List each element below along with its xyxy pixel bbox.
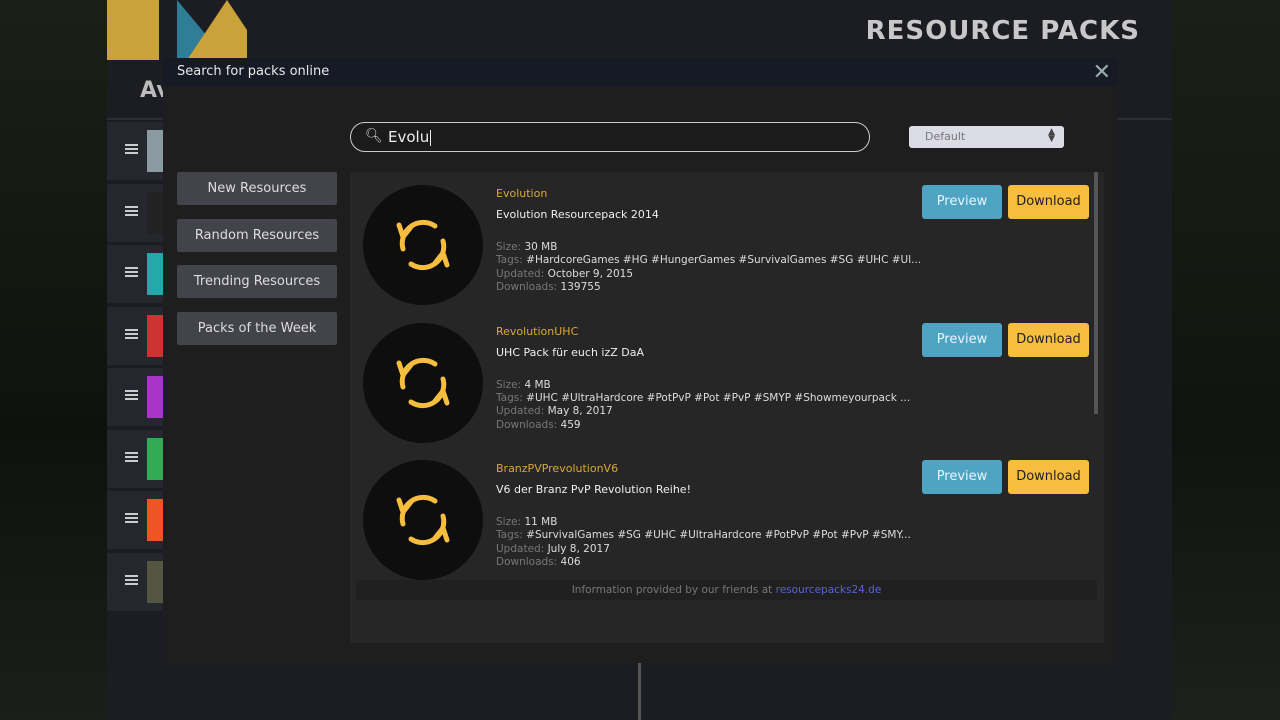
pack-item: RevolutionUHC UHC Pack für euch izZ DaA …: [350, 310, 1090, 447]
nav-packs-of-the-week[interactable]: Packs of the Week: [177, 312, 337, 345]
preview-button[interactable]: Preview: [922, 185, 1002, 219]
logo: [107, 0, 247, 60]
pack-item: BranzPVPrevolutionV6 V6 der Branz PvP Re…: [350, 447, 1090, 584]
nav-trending-resources[interactable]: Trending Resources: [177, 265, 337, 298]
page-title: RESOURCE PACKS: [865, 16, 1140, 46]
downloads-label: Downloads:: [496, 281, 558, 294]
pack-name[interactable]: RevolutionUHC: [496, 325, 916, 338]
close-icon[interactable]: ✕: [1093, 60, 1111, 85]
menu-icon[interactable]: [125, 267, 138, 277]
search-value[interactable]: Evolu: [388, 128, 431, 146]
menu-icon[interactable]: [125, 328, 138, 339]
nav-random-resources[interactable]: Random Resources: [177, 219, 337, 252]
pack-size: 30 MB: [524, 241, 558, 253]
pack-downloads: 459: [560, 418, 581, 431]
pack-description: V6 der Branz PvP Revolution Reihe!: [496, 483, 691, 496]
size-label: Size:: [496, 378, 522, 391]
search-input[interactable]: 🔍︎ Evolu: [350, 122, 870, 152]
menu-icon[interactable]: [125, 390, 138, 400]
pack-row[interactable]: [107, 122, 167, 180]
downloads-label: Downloads:: [496, 556, 558, 569]
nav-new-resources[interactable]: New Resources: [177, 172, 337, 205]
size-label: Size:: [496, 516, 522, 528]
downloads-label: Downloads:: [496, 418, 558, 431]
menu-icon[interactable]: [125, 451, 138, 462]
pack-downloads: 139755: [560, 281, 601, 294]
pack-name[interactable]: Evolution: [496, 187, 916, 200]
size-label: Size:: [496, 241, 522, 253]
updated-label: Updated:: [496, 542, 545, 555]
pack-updated: May 8, 2017: [547, 405, 613, 418]
footer-credit: Information provided by our friends at r…: [356, 580, 1097, 600]
background-right: [1172, 0, 1280, 720]
pack-row[interactable]: [107, 552, 167, 611]
download-button[interactable]: Download: [1008, 460, 1089, 494]
pack-description: Evolution Resourcepack 2014: [496, 208, 659, 221]
preview-button[interactable]: Preview: [922, 322, 1002, 357]
pack-row[interactable]: [107, 306, 167, 365]
pack-tags: #HardcoreGames #HG #HungerGames #Surviva…: [526, 254, 922, 267]
search-icon: 🔍︎: [365, 128, 383, 144]
pack-updated: July 8, 2017: [547, 542, 610, 555]
tags-label: Tags:: [496, 529, 523, 542]
pack-downloads: 406: [560, 556, 581, 569]
preview-button[interactable]: Preview: [922, 460, 1002, 494]
pack-updated: October 9, 2015: [547, 267, 634, 280]
sort-selected: Default: [925, 130, 966, 143]
menu-icon[interactable]: [125, 513, 138, 523]
pack-size: 4 MB: [524, 378, 551, 391]
search-packs-dialog: Search for packs online ✕ 🔍︎ Evolu Defau…: [163, 58, 1117, 663]
pack-tags: #UHC #UltraHardcore #PotPvP #Pot #PvP #S…: [526, 391, 911, 404]
background-left: [0, 0, 107, 720]
pack-row[interactable]: [107, 491, 167, 549]
pack-tags: #SurvivalGames #SG #UHC #UltraHardcore #…: [526, 529, 911, 542]
pack-thumbnail: [363, 185, 483, 305]
download-button[interactable]: Download: [1008, 322, 1089, 357]
pack-thumbnail: [363, 460, 483, 580]
pack-size: 11 MB: [524, 516, 558, 528]
pack-description: UHC Pack für euch izZ DaA: [496, 345, 645, 359]
pack-item: Evolution Evolution Resourcepack 2014 Si…: [350, 172, 1090, 309]
download-button[interactable]: Download: [1008, 185, 1089, 219]
divider: [638, 663, 641, 720]
updated-label: Updated:: [496, 267, 545, 280]
menu-icon[interactable]: [125, 574, 138, 585]
footer-text: Information provided by our friends at: [571, 584, 776, 596]
updown-icon: ▲ ▼: [1048, 127, 1055, 144]
footer-link[interactable]: resourcepacks24.de: [776, 584, 882, 596]
sort-select[interactable]: Default ▲ ▼: [909, 126, 1064, 148]
menu-icon[interactable]: [125, 144, 138, 154]
updated-label: Updated:: [496, 405, 545, 418]
pack-row[interactable]: [107, 368, 167, 426]
scrollbar[interactable]: [1094, 172, 1098, 414]
tags-label: Tags:: [496, 391, 523, 404]
menu-icon[interactable]: [125, 205, 138, 216]
pack-list: Evolution Evolution Resourcepack 2014 Si…: [350, 172, 1104, 643]
pack-row[interactable]: [107, 245, 167, 303]
pack-row[interactable]: [107, 429, 167, 488]
pack-row[interactable]: [107, 183, 167, 242]
pack-name[interactable]: BranzPVPrevolutionV6: [496, 462, 916, 475]
pack-thumbnail: [363, 322, 483, 443]
dialog-title: Search for packs online: [163, 58, 1117, 86]
tags-label: Tags:: [496, 254, 523, 267]
